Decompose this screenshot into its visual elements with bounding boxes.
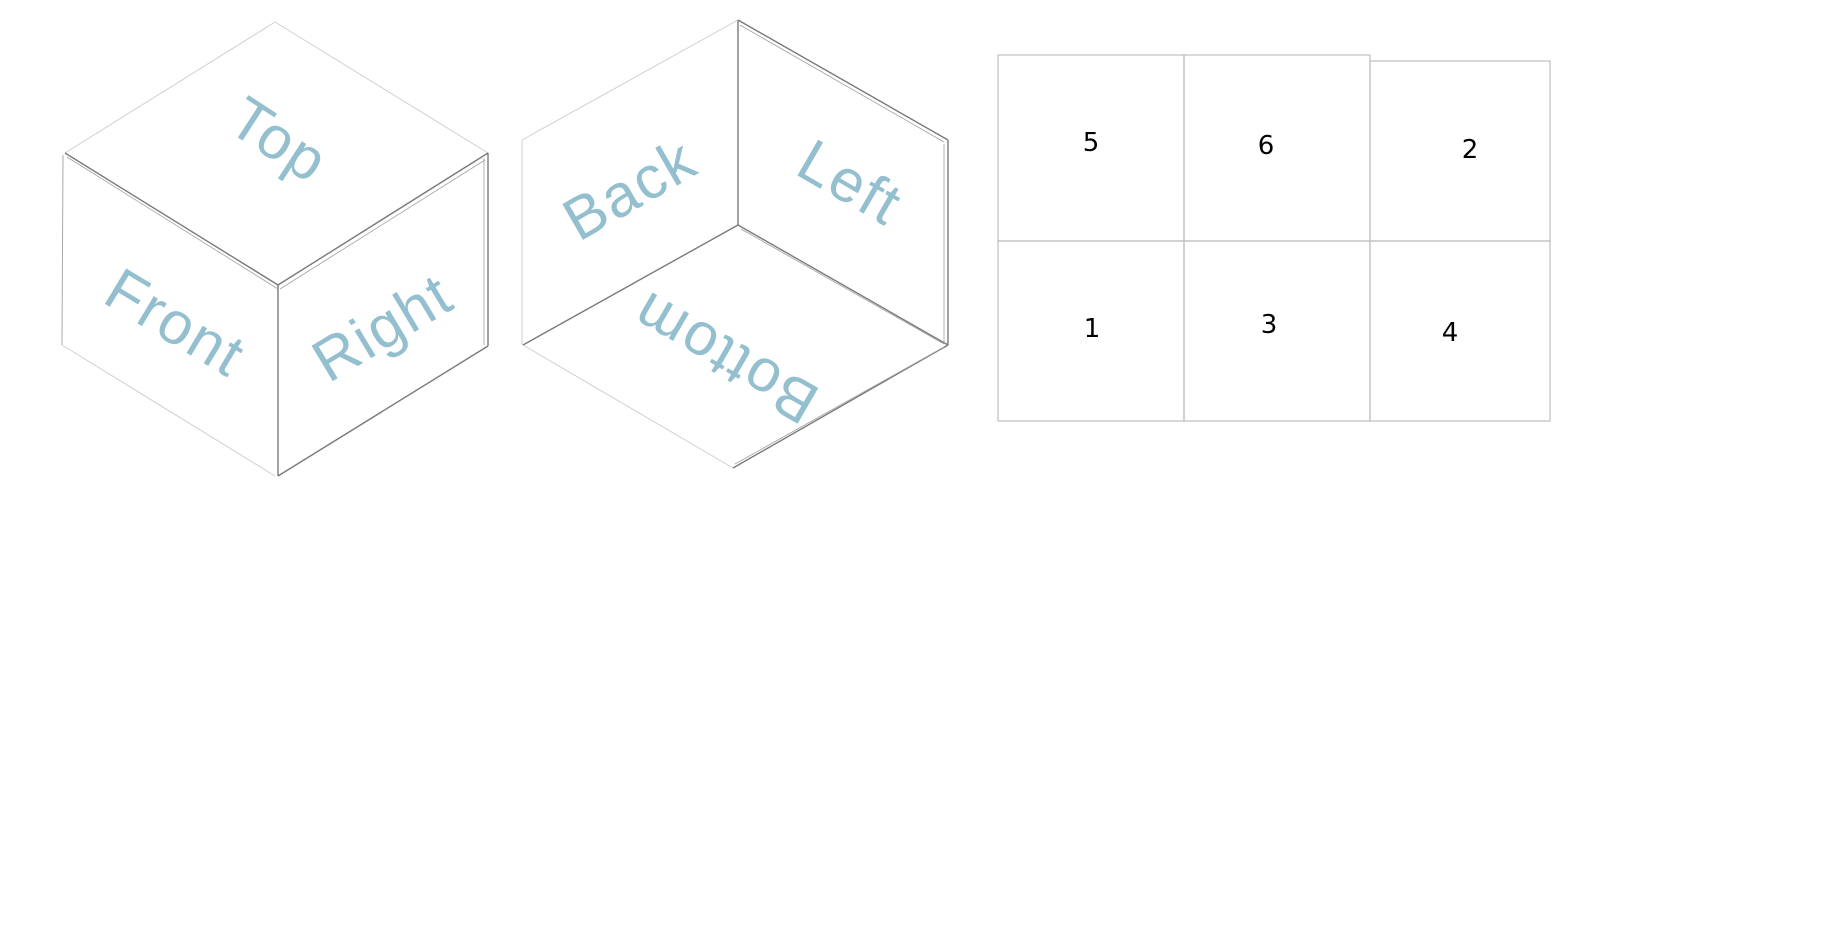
cube-net-diagram: Top Front Right Back Left Bottom 5 6 2 1… — [61, 19, 1551, 477]
grid-number-r2c1: 1 — [1084, 314, 1101, 344]
edge-bottom-left — [737, 224, 949, 346]
edge-top-front — [64, 152, 279, 286]
number-grid: 5 6 2 1 3 4 — [997, 54, 1551, 422]
outer-cube: Top Front Right — [61, 21, 489, 477]
inner-cube: Back Left Bottom — [521, 19, 949, 469]
face-label-left: Left — [787, 126, 914, 238]
face-label-top: Top — [218, 84, 341, 196]
face-label-right: Right — [301, 260, 464, 395]
grid-number-r1c1: 5 — [1083, 128, 1100, 158]
grid-cell — [1183, 54, 1371, 242]
grid-number-r1c3: 2 — [1462, 135, 1479, 165]
grid-number-r2c3: 4 — [1442, 318, 1459, 348]
grid-cell — [1369, 60, 1551, 242]
face-label-back: Back — [552, 125, 708, 254]
face-label-front: Front — [94, 255, 257, 390]
face-label-bottom: Bottom — [620, 278, 829, 437]
grid-cell — [1369, 240, 1551, 422]
grid-number-r1c2: 6 — [1258, 131, 1275, 161]
grid-number-r2c2: 3 — [1261, 310, 1278, 340]
edge-left-top — [737, 19, 949, 141]
